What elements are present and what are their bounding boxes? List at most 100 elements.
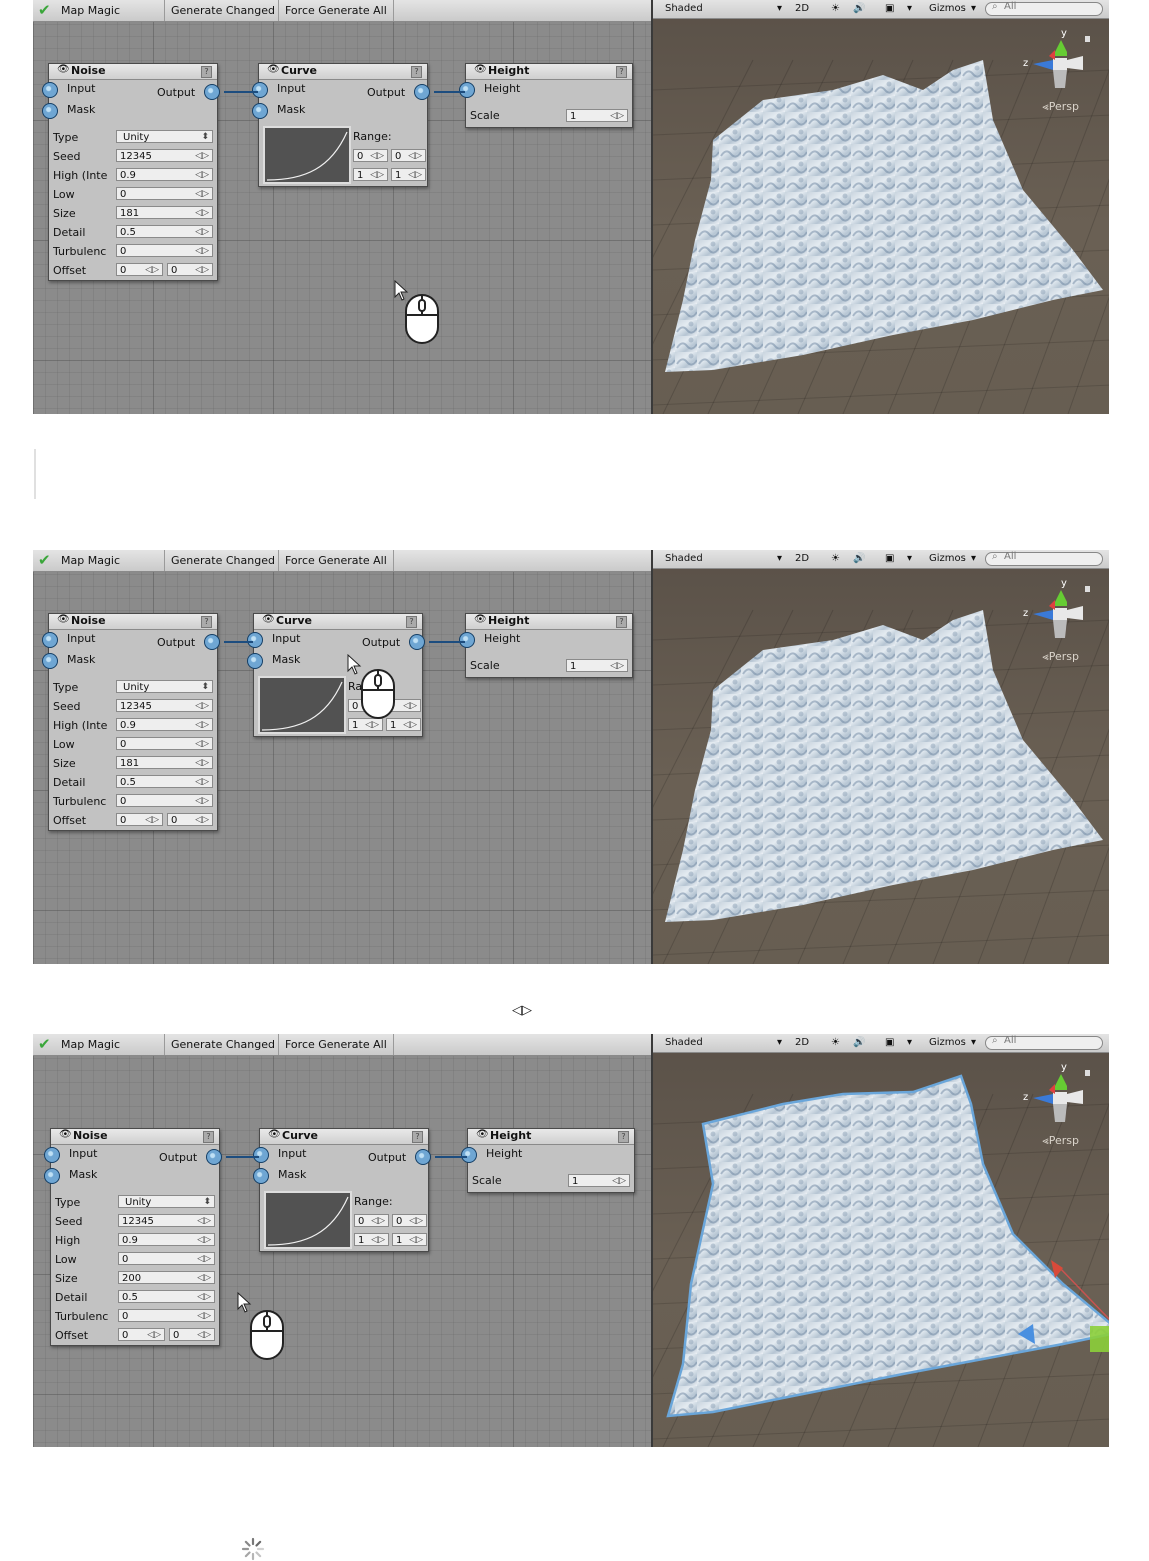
- orientation-gizmo-icon[interactable]: yz: [1021, 1060, 1091, 1132]
- curve-output-port[interactable]: [409, 634, 425, 650]
- perspective-label[interactable]: ⪡Persp: [1043, 100, 1079, 114]
- drag-arrows-icon[interactable]: ◁▷: [145, 264, 159, 277]
- force-generate-all-button[interactable]: Force Generate All: [278, 550, 394, 571]
- offset-x-field[interactable]: 0 ◁▷: [118, 1328, 165, 1341]
- help-icon[interactable]: ?: [203, 1131, 214, 1143]
- curve-mask-port[interactable]: [247, 653, 263, 669]
- value-field[interactable]: 0 ◁▷: [116, 244, 213, 257]
- curve-editor[interactable]: [264, 1191, 352, 1249]
- drag-arrows-icon[interactable]: ◁▷: [195, 719, 209, 732]
- drag-arrows-icon[interactable]: ◁▷: [195, 207, 209, 220]
- curve-output-port[interactable]: [414, 84, 430, 100]
- generate-changed-button[interactable]: Generate Changed: [164, 550, 281, 571]
- range-field[interactable]: 0 ◁▷: [391, 149, 426, 162]
- curve-mask-port[interactable]: [252, 103, 268, 119]
- noise-mask-port[interactable]: [42, 653, 58, 669]
- drag-arrows-icon[interactable]: ◁▷: [610, 660, 624, 673]
- value-field[interactable]: 0 ◁▷: [116, 794, 213, 807]
- drag-arrows-icon[interactable]: ◁▷: [371, 1234, 385, 1247]
- drag-arrows-icon[interactable]: ◁▷: [195, 169, 209, 182]
- drag-arrows-icon[interactable]: ◁▷: [197, 1215, 211, 1228]
- value-field[interactable]: 200 ◁▷: [118, 1271, 215, 1284]
- drag-arrows-icon[interactable]: ◁▷: [403, 700, 417, 713]
- range-field[interactable]: 1 ◁▷: [391, 168, 426, 181]
- drag-arrows-icon[interactable]: ◁▷: [612, 1175, 626, 1188]
- noise-input-port[interactable]: [42, 632, 58, 648]
- drag-arrows-icon[interactable]: ◁▷: [370, 150, 384, 163]
- drag-arrows-icon[interactable]: ◁▷: [195, 150, 209, 163]
- scale-field[interactable]: 1 ◁▷: [566, 659, 628, 672]
- noise-node[interactable]: 👁 Noise? Input Mask Output Type Unity ⬍ Seed 1234…: [42, 63, 220, 281]
- height-input-port[interactable]: [461, 1147, 477, 1163]
- orientation-gizmo-icon[interactable]: yz: [1021, 576, 1091, 648]
- curve-node[interactable]: 👁Curve?InputMaskOutputRa0◁▷◁▷1◁▷1◁▷: [247, 613, 425, 737]
- eye-icon[interactable]: 👁: [57, 614, 70, 625]
- node-graph-panel[interactable]: ✔ Map Magic Generate Changed Force Generate…: [33, 550, 651, 964]
- curve-input-port[interactable]: [252, 82, 268, 98]
- range-field[interactable]: 0 ◁▷: [353, 149, 388, 162]
- eye-icon[interactable]: 👁: [474, 614, 487, 625]
- eye-icon[interactable]: 👁: [267, 64, 280, 75]
- noise-input-port[interactable]: [42, 82, 58, 98]
- value-field[interactable]: 0.9 ◁▷: [116, 168, 213, 181]
- drag-arrows-icon[interactable]: ◁▷: [195, 245, 209, 258]
- eye-icon[interactable]: 👁: [57, 64, 70, 75]
- offset-x-field[interactable]: 0 ◁▷: [116, 813, 163, 826]
- type-dropdown[interactable]: Unity ⬍: [116, 680, 213, 693]
- drag-arrows-icon[interactable]: ◁▷: [408, 150, 422, 163]
- drag-arrows-icon[interactable]: ◁▷: [195, 700, 209, 713]
- perspective-label[interactable]: ⪡Persp: [1043, 1134, 1079, 1148]
- type-dropdown[interactable]: Unity ⬍: [118, 1195, 215, 1208]
- eye-icon[interactable]: 👁: [474, 64, 487, 75]
- range-field[interactable]: 1 ◁▷: [354, 1233, 389, 1246]
- help-icon[interactable]: ?: [412, 1131, 423, 1143]
- curve-input-port[interactable]: [253, 1147, 269, 1163]
- drag-arrows-icon[interactable]: ◁▷: [195, 814, 209, 827]
- range-field[interactable]: 0 ◁▷: [354, 1214, 389, 1227]
- curve-output-port[interactable]: [415, 1149, 431, 1165]
- value-field[interactable]: 0 ◁▷: [118, 1309, 215, 1322]
- curve-editor[interactable]: [258, 676, 346, 734]
- drag-arrows-icon[interactable]: ◁▷: [370, 169, 384, 182]
- value-field[interactable]: 0 ◁▷: [118, 1252, 215, 1265]
- curve-mask-port[interactable]: [253, 1168, 269, 1184]
- drag-arrows-icon[interactable]: ◁▷: [195, 795, 209, 808]
- offset-y-field[interactable]: 0 ◁▷: [167, 813, 213, 826]
- value-field[interactable]: 0 ◁▷: [116, 737, 213, 750]
- scale-field[interactable]: 1 ◁▷: [568, 1174, 630, 1187]
- drag-arrows-icon[interactable]: ◁▷: [197, 1234, 211, 1247]
- curve-input-port[interactable]: [247, 632, 263, 648]
- noise-output-port[interactable]: [206, 1149, 222, 1165]
- height-input-port[interactable]: [459, 82, 475, 98]
- help-icon[interactable]: ?: [201, 616, 212, 628]
- value-field[interactable]: 12345 ◁▷: [116, 149, 213, 162]
- force-generate-all-button[interactable]: Force Generate All: [278, 0, 394, 21]
- scene-view[interactable]: Shaded ▾ 2D ☀ 🔊 ▣ ▾ Gizmos ▾ ⌕ All y z ⪡Persp: [651, 0, 1109, 414]
- value-field[interactable]: 0.5 ◁▷: [116, 775, 213, 788]
- eye-icon[interactable]: 👁: [59, 1129, 72, 1140]
- drag-arrows-icon[interactable]: ◁▷: [408, 169, 422, 182]
- height-node[interactable]: 👁 Height? Height Scale 1 ◁▷: [461, 1128, 635, 1193]
- eye-icon[interactable]: 👁: [268, 1129, 281, 1140]
- curve-node[interactable]: 👁 Curve? Input Mask Output Range: 0 ◁▷ 0 ◁▷ 1 ◁▷ 1 ◁▷: [252, 63, 430, 187]
- node-graph-panel[interactable]: ✔ Map Magic Generate Changed Force Generate…: [33, 0, 651, 414]
- scene-view[interactable]: Shaded ▾ 2D ☀ 🔊 ▣ ▾ Gizmos ▾ ⌕ All y z ⪡Persp: [651, 1034, 1109, 1447]
- drag-arrows-icon[interactable]: ◁▷: [409, 1215, 423, 1228]
- eye-icon[interactable]: 👁: [476, 1129, 489, 1140]
- generate-changed-button[interactable]: Generate Changed: [164, 1034, 281, 1055]
- help-icon[interactable]: ?: [406, 616, 417, 628]
- value-field[interactable]: 0.9 ◁▷: [118, 1233, 215, 1246]
- drag-arrows-icon[interactable]: ◁▷: [197, 1291, 211, 1304]
- drag-arrows-icon[interactable]: ◁▷: [145, 814, 159, 827]
- value-field[interactable]: 0.5 ◁▷: [116, 225, 213, 238]
- drag-arrows-icon[interactable]: ◁▷: [409, 1234, 423, 1247]
- value-field[interactable]: 181 ◁▷: [116, 756, 213, 769]
- curve-editor[interactable]: [263, 126, 351, 184]
- type-dropdown[interactable]: Unity ⬍: [116, 130, 213, 143]
- noise-output-port[interactable]: [204, 84, 220, 100]
- noise-input-port[interactable]: [44, 1147, 60, 1163]
- value-field[interactable]: 181 ◁▷: [116, 206, 213, 219]
- scale-field[interactable]: 1 ◁▷: [566, 109, 628, 122]
- help-icon[interactable]: ?: [616, 616, 627, 628]
- value-field[interactable]: 0 ◁▷: [116, 187, 213, 200]
